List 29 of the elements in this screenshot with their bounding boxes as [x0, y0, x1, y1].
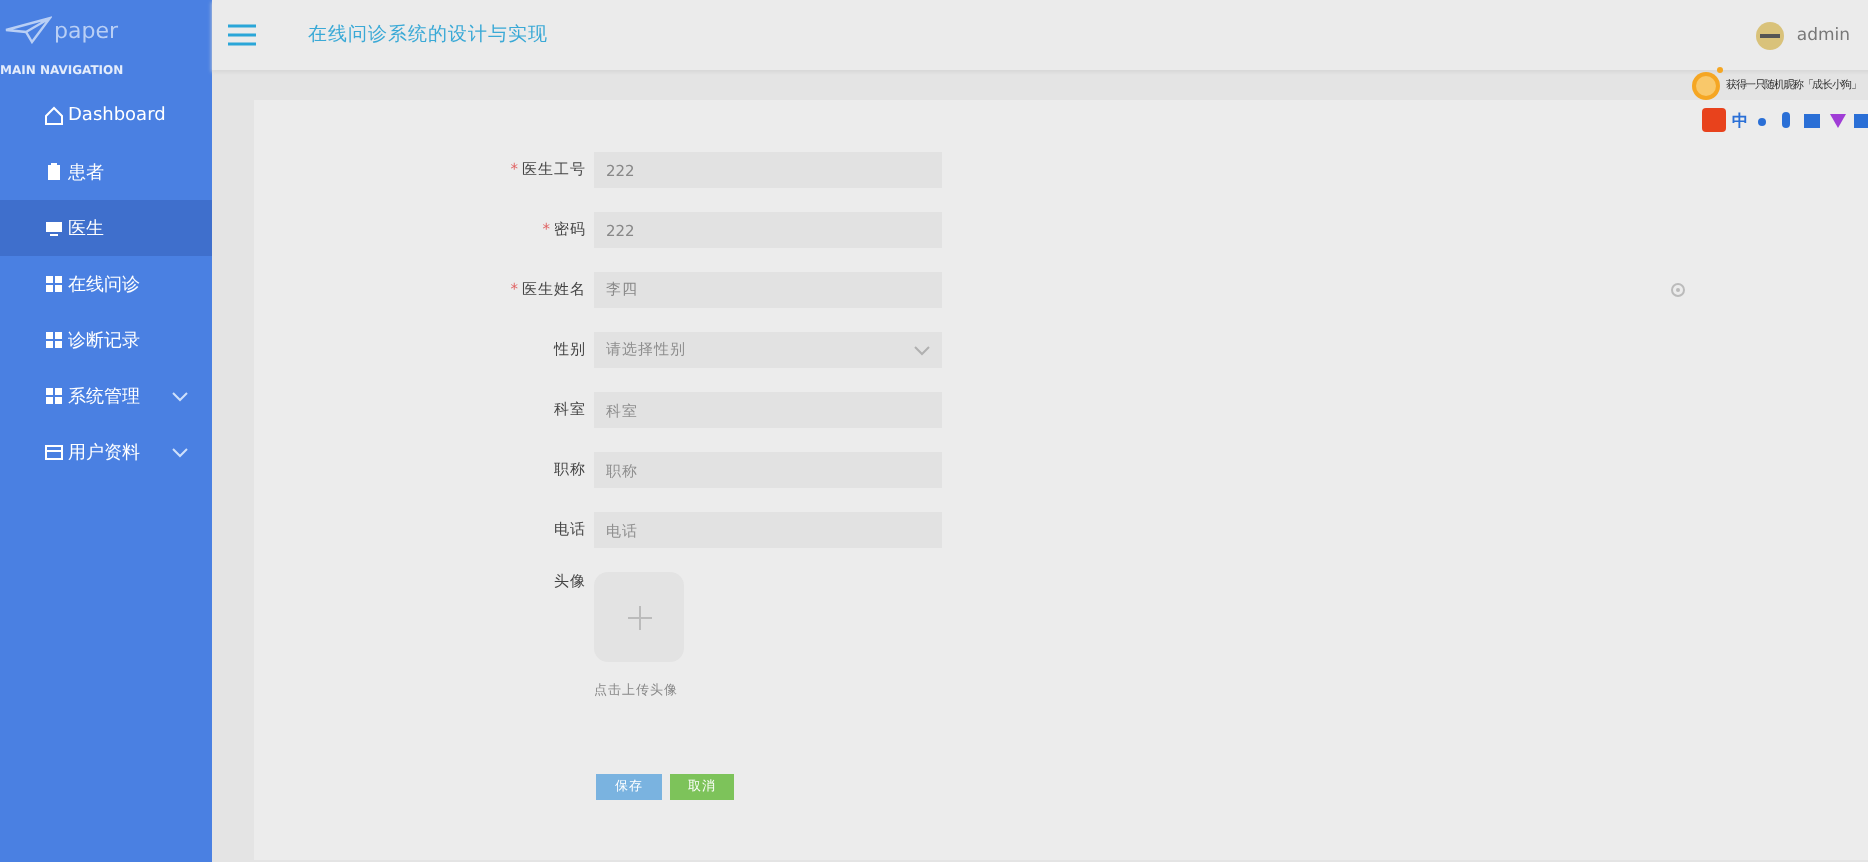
- nav-item[interactable]: Dashboard: [0, 88, 212, 144]
- nav-item[interactable]: 患者: [0, 144, 212, 200]
- nav-item[interactable]: 系统管理: [0, 368, 212, 424]
- chevron-down-icon: [172, 447, 188, 457]
- nav-item[interactable]: 用户资料: [0, 424, 212, 480]
- clipboard-icon: [44, 162, 64, 182]
- card-icon: [44, 442, 64, 462]
- circle-icon: [1670, 282, 1686, 298]
- sun-icon: [1688, 66, 1724, 102]
- chevron-down-icon: [172, 391, 188, 401]
- grid-icon: [44, 330, 64, 350]
- nav-item[interactable]: 诊断记录: [0, 312, 212, 368]
- paper-plane-icon: [4, 16, 52, 44]
- plus-icon: [627, 605, 651, 629]
- user-name[interactable]: admin: [1796, 25, 1850, 45]
- grid-icon: [44, 386, 64, 406]
- avatar-icon[interactable]: [1756, 21, 1785, 49]
- ime-logo-icon[interactable]: [1702, 108, 1726, 132]
- home-icon: [44, 106, 64, 126]
- nav-item[interactable]: 在线问诊: [0, 256, 212, 312]
- ime-toolbar-icons-drawing[interactable]: [1754, 111, 1868, 129]
- app-title: 在线问诊系统的设计与实现: [308, 22, 548, 48]
- grid-icon: [44, 274, 64, 294]
- ime-mode[interactable]: 中: [1732, 109, 1748, 131]
- monitor-icon: [44, 218, 64, 238]
- chevron-down-icon: [914, 345, 930, 355]
- menu-icon[interactable]: [228, 24, 256, 46]
- logo-text: paper: [54, 17, 118, 43]
- nav-item[interactable]: 医生: [0, 200, 212, 256]
